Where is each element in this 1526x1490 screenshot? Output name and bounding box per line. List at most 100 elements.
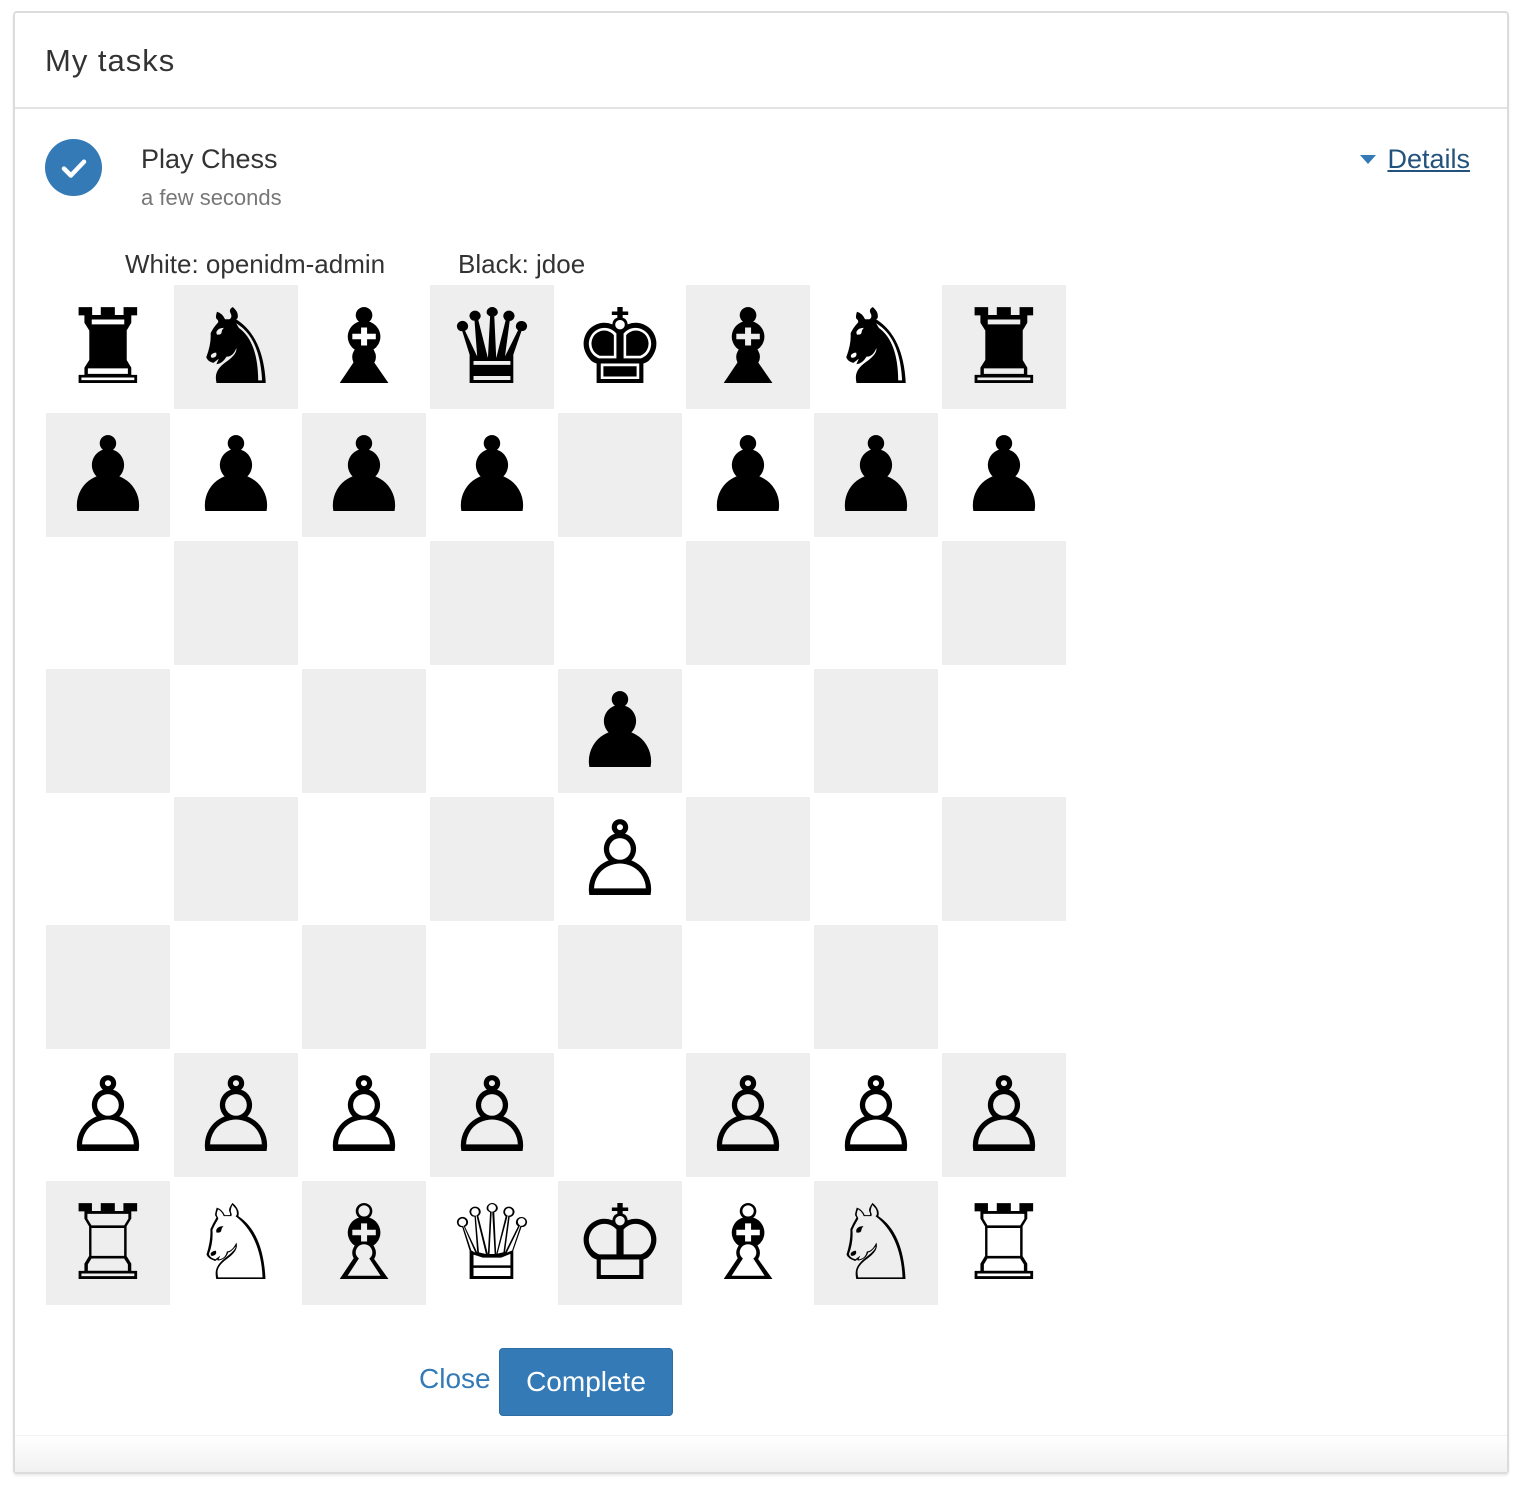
chess-piece[interactable]: ♚: [573, 295, 666, 399]
chess-piece[interactable]: ♙: [701, 1063, 794, 1167]
square-c2[interactable]: ♙: [302, 1053, 426, 1177]
chess-piece[interactable]: ♙: [573, 807, 666, 911]
square-a4[interactable]: [46, 797, 170, 921]
square-h5[interactable]: [942, 669, 1066, 793]
square-e1[interactable]: ♔: [558, 1181, 682, 1305]
chess-piece[interactable]: ♙: [61, 1063, 154, 1167]
chess-piece[interactable]: ♜: [957, 295, 1050, 399]
square-h1[interactable]: ♖: [942, 1181, 1066, 1305]
square-e5[interactable]: ♟: [558, 669, 682, 793]
square-b3[interactable]: [174, 925, 298, 1049]
chess-piece[interactable]: ♞: [829, 295, 922, 399]
chess-piece[interactable]: ♜: [61, 295, 154, 399]
square-b6[interactable]: [174, 541, 298, 665]
chess-piece[interactable]: ♟: [445, 423, 538, 527]
square-d1[interactable]: ♕: [430, 1181, 554, 1305]
square-h8[interactable]: ♜: [942, 285, 1066, 409]
chess-piece[interactable]: ♟: [829, 423, 922, 527]
square-f3[interactable]: [686, 925, 810, 1049]
square-a3[interactable]: [46, 925, 170, 1049]
square-f6[interactable]: [686, 541, 810, 665]
chess-piece[interactable]: ♙: [829, 1063, 922, 1167]
square-b4[interactable]: [174, 797, 298, 921]
square-h6[interactable]: [942, 541, 1066, 665]
chess-piece[interactable]: ♝: [701, 295, 794, 399]
square-d3[interactable]: [430, 925, 554, 1049]
square-e4[interactable]: ♙: [558, 797, 682, 921]
square-g6[interactable]: [814, 541, 938, 665]
square-c4[interactable]: [302, 797, 426, 921]
square-c3[interactable]: [302, 925, 426, 1049]
square-b1[interactable]: ♘: [174, 1181, 298, 1305]
chess-piece[interactable]: ♟: [701, 423, 794, 527]
chess-piece[interactable]: ♙: [445, 1063, 538, 1167]
square-f2[interactable]: ♙: [686, 1053, 810, 1177]
details-toggle[interactable]: Details: [1359, 144, 1470, 175]
square-b8[interactable]: ♞: [174, 285, 298, 409]
chess-piece[interactable]: ♕: [445, 1191, 538, 1295]
square-c7[interactable]: ♟: [302, 413, 426, 537]
chess-piece[interactable]: ♟: [317, 423, 410, 527]
square-f1[interactable]: ♗: [686, 1181, 810, 1305]
square-a5[interactable]: [46, 669, 170, 793]
chess-piece[interactable]: ♛: [445, 295, 538, 399]
chess-piece[interactable]: ♙: [317, 1063, 410, 1167]
details-link[interactable]: Details: [1387, 144, 1470, 175]
square-h7[interactable]: ♟: [942, 413, 1066, 537]
chess-piece[interactable]: ♖: [957, 1191, 1050, 1295]
square-f5[interactable]: [686, 669, 810, 793]
square-a8[interactable]: ♜: [46, 285, 170, 409]
chess-piece[interactable]: ♖: [61, 1191, 154, 1295]
square-c8[interactable]: ♝: [302, 285, 426, 409]
chess-piece[interactable]: ♟: [189, 423, 282, 527]
square-g7[interactable]: ♟: [814, 413, 938, 537]
complete-button[interactable]: Complete: [499, 1348, 673, 1416]
square-e3[interactable]: [558, 925, 682, 1049]
square-d7[interactable]: ♟: [430, 413, 554, 537]
chess-piece[interactable]: ♗: [317, 1191, 410, 1295]
square-e8[interactable]: ♚: [558, 285, 682, 409]
square-d6[interactable]: [430, 541, 554, 665]
square-f8[interactable]: ♝: [686, 285, 810, 409]
square-d5[interactable]: [430, 669, 554, 793]
square-f4[interactable]: [686, 797, 810, 921]
square-g4[interactable]: [814, 797, 938, 921]
square-g3[interactable]: [814, 925, 938, 1049]
square-h4[interactable]: [942, 797, 1066, 921]
square-a7[interactable]: ♟: [46, 413, 170, 537]
chess-piece[interactable]: ♞: [189, 295, 282, 399]
square-c6[interactable]: [302, 541, 426, 665]
chess-piece[interactable]: ♟: [573, 679, 666, 783]
chess-piece[interactable]: ♘: [829, 1191, 922, 1295]
square-a6[interactable]: [46, 541, 170, 665]
square-b2[interactable]: ♙: [174, 1053, 298, 1177]
square-h3[interactable]: [942, 925, 1066, 1049]
square-d8[interactable]: ♛: [430, 285, 554, 409]
square-f7[interactable]: ♟: [686, 413, 810, 537]
chess-piece[interactable]: ♔: [573, 1191, 666, 1295]
chess-piece[interactable]: ♙: [957, 1063, 1050, 1167]
square-c1[interactable]: ♗: [302, 1181, 426, 1305]
square-c5[interactable]: [302, 669, 426, 793]
square-d2[interactable]: ♙: [430, 1053, 554, 1177]
square-a1[interactable]: ♖: [46, 1181, 170, 1305]
square-h2[interactable]: ♙: [942, 1053, 1066, 1177]
chess-piece[interactable]: ♗: [701, 1191, 794, 1295]
square-e6[interactable]: [558, 541, 682, 665]
chess-piece[interactable]: ♘: [189, 1191, 282, 1295]
square-d4[interactable]: [430, 797, 554, 921]
square-e2[interactable]: [558, 1053, 682, 1177]
chess-piece[interactable]: ♟: [61, 423, 154, 527]
square-g5[interactable]: [814, 669, 938, 793]
square-e7[interactable]: [558, 413, 682, 537]
square-g8[interactable]: ♞: [814, 285, 938, 409]
square-b7[interactable]: ♟: [174, 413, 298, 537]
chess-piece[interactable]: ♙: [189, 1063, 282, 1167]
square-g2[interactable]: ♙: [814, 1053, 938, 1177]
chess-piece[interactable]: ♟: [957, 423, 1050, 527]
chess-piece[interactable]: ♝: [317, 295, 410, 399]
square-g1[interactable]: ♘: [814, 1181, 938, 1305]
square-a2[interactable]: ♙: [46, 1053, 170, 1177]
square-b5[interactable]: [174, 669, 298, 793]
close-button[interactable]: Close: [419, 1363, 491, 1395]
